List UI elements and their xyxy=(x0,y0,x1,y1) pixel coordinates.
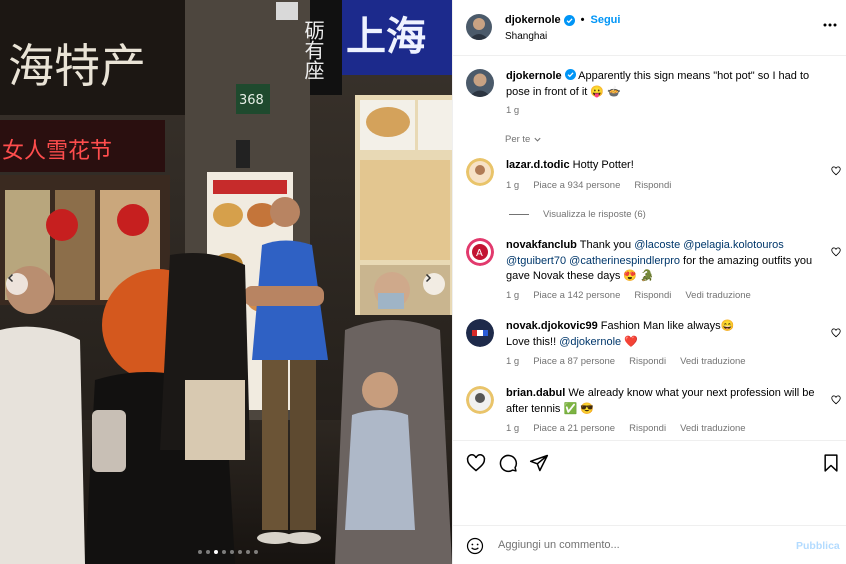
likes-count[interactable]: Piace a 21 persone xyxy=(533,423,615,434)
comment-time: 1 g xyxy=(506,356,520,367)
comment-text: novakfanclub Thank you @lacoste @pelagia… xyxy=(506,238,824,285)
share-icon[interactable] xyxy=(529,453,549,473)
verified-badge-icon xyxy=(563,14,575,26)
commenter-username[interactable]: novakfanclub xyxy=(506,239,577,251)
carousel-dot xyxy=(198,550,202,554)
verified-badge-icon xyxy=(564,69,576,80)
comment-text: brian.dabul We already know what your ne… xyxy=(506,386,824,417)
heart-icon[interactable] xyxy=(466,453,486,473)
caption-username[interactable]: djokernole xyxy=(506,70,562,82)
sign-top-right: 上海 xyxy=(346,14,426,60)
comment-time: 1 g xyxy=(506,180,520,191)
carousel-dot xyxy=(246,550,250,554)
more-options-icon[interactable] xyxy=(823,22,837,28)
comment-meta: 1 g Piace a 87 persone Rispondi Vedi tra… xyxy=(506,356,746,367)
comment-meta: 1 g Piace a 21 persone Rispondi Vedi tra… xyxy=(506,423,746,434)
replies-divider xyxy=(509,214,529,215)
carousel-dot xyxy=(238,550,242,554)
heart-icon[interactable] xyxy=(831,328,841,338)
comment-body-start: Thank you xyxy=(579,239,635,251)
commenter-username[interactable]: novak.djokovic99 xyxy=(506,320,598,332)
mention-link[interactable]: @pelagia.kolotouros xyxy=(683,239,783,251)
carousel-prev-button[interactable] xyxy=(6,273,28,295)
mention-link[interactable]: @tguibert70 xyxy=(506,255,566,267)
heart-icon[interactable] xyxy=(831,166,841,176)
comment-text: novak.djokovic99 Fashion Man like always… xyxy=(506,319,824,350)
likes-count[interactable]: Piace a 87 persone xyxy=(533,356,615,367)
sign-top-left: 海特产 xyxy=(8,39,146,93)
caption-time: 1 g xyxy=(506,105,520,116)
heart-icon[interactable] xyxy=(831,395,841,405)
carousel-next-button[interactable] xyxy=(423,273,445,295)
author-line: djokernole • Segui xyxy=(505,14,620,26)
comments-list[interactable]: djokernole Apparently this sign means "h… xyxy=(453,57,846,440)
commenter-avatar[interactable]: A xyxy=(466,238,494,266)
bookmark-icon[interactable] xyxy=(821,453,841,473)
mention-link[interactable]: @catherinespindlerpro xyxy=(569,255,680,267)
author-username[interactable]: djokernole xyxy=(505,14,561,26)
post-header: djokernole • Segui Shanghai xyxy=(453,0,846,56)
commenter-avatar[interactable] xyxy=(466,319,494,347)
comment-meta: 1 g Piace a 142 persone Rispondi Vedi tr… xyxy=(506,290,751,301)
heart-icon[interactable] xyxy=(831,247,841,257)
comment-time: 1 g xyxy=(506,290,520,301)
follow-button[interactable]: Segui xyxy=(590,14,620,26)
chevron-left-icon xyxy=(7,273,14,283)
comment-time: 1 g xyxy=(506,423,520,434)
comment-body: Hotty Potter! xyxy=(572,159,634,171)
svg-text:A: A xyxy=(476,248,483,259)
comment-text: lazar.d.todic Hotty Potter! xyxy=(506,158,824,174)
translate-button[interactable]: Vedi traduzione xyxy=(680,356,746,367)
location-link[interactable]: Shanghai xyxy=(505,31,547,42)
comment-body-line2-end: ❤️ xyxy=(621,335,638,348)
mention-link[interactable]: @djokernole xyxy=(559,336,621,348)
view-replies-button[interactable]: Visualizza le risposte (6) xyxy=(509,209,646,220)
comment-meta: 1 g Piace a 934 persone Rispondi xyxy=(506,180,671,191)
commenter-avatar[interactable] xyxy=(466,386,494,414)
commenter-avatar[interactable] xyxy=(466,158,494,186)
carousel-dot xyxy=(214,550,218,554)
publish-button[interactable]: Pubblica xyxy=(796,540,840,552)
post-actions-bar xyxy=(453,440,846,526)
sign-red: 女人雪花节 xyxy=(2,139,112,164)
commenter-username[interactable]: lazar.d.todic xyxy=(506,159,570,171)
carousel-dot xyxy=(206,550,210,554)
likes-count[interactable]: Piace a 934 persone xyxy=(533,180,620,191)
view-replies-label: Visualizza le risposte (6) xyxy=(543,209,646,220)
carousel-dot xyxy=(222,550,226,554)
comment-body: Fashion Man like always😄 xyxy=(600,320,735,332)
translate-button[interactable]: Vedi traduzione xyxy=(685,290,751,301)
post-details-panel: djokernole • Segui Shanghai djokernole A… xyxy=(452,0,846,564)
commenter-username[interactable]: brian.dabul xyxy=(506,387,565,399)
for-you-label: Per te xyxy=(505,134,531,145)
reply-button[interactable]: Rispondi xyxy=(634,180,671,191)
chevron-right-icon xyxy=(425,273,432,283)
carousel-dot xyxy=(254,550,258,554)
emoji-icon[interactable] xyxy=(466,537,484,555)
address-plate: 368 xyxy=(239,93,264,108)
reply-button[interactable]: Rispondi xyxy=(634,290,671,301)
for-you-sort[interactable]: Per te xyxy=(505,134,542,145)
carousel-indicator xyxy=(198,550,258,554)
sign-vertical: 砺有座 xyxy=(301,20,325,80)
carousel-dot xyxy=(230,550,234,554)
translate-button[interactable]: Vedi traduzione xyxy=(680,423,746,434)
comment-input[interactable] xyxy=(498,534,788,556)
comment-icon[interactable] xyxy=(498,453,518,473)
street-scene-image: 海特产 368 女人雪花节 砺有座 上海 xyxy=(0,0,452,564)
mention-link[interactable]: @lacoste xyxy=(634,239,680,251)
author-avatar[interactable] xyxy=(466,14,492,40)
post-photo: 海特产 368 女人雪花节 砺有座 上海 xyxy=(0,0,452,564)
separator-dot: • xyxy=(580,14,585,26)
caption-text: djokernole Apparently this sign means "h… xyxy=(506,69,824,100)
comment-composer: Pubblica xyxy=(453,526,846,564)
reply-button[interactable]: Rispondi xyxy=(629,423,666,434)
chevron-down-icon xyxy=(534,137,541,142)
likes-count[interactable]: Piace a 142 persone xyxy=(533,290,620,301)
comment-body-line2: Love this!! xyxy=(506,335,560,348)
author-avatar[interactable] xyxy=(466,69,494,97)
caption-meta: 1 g xyxy=(506,105,519,116)
reply-button[interactable]: Rispondi xyxy=(629,356,666,367)
